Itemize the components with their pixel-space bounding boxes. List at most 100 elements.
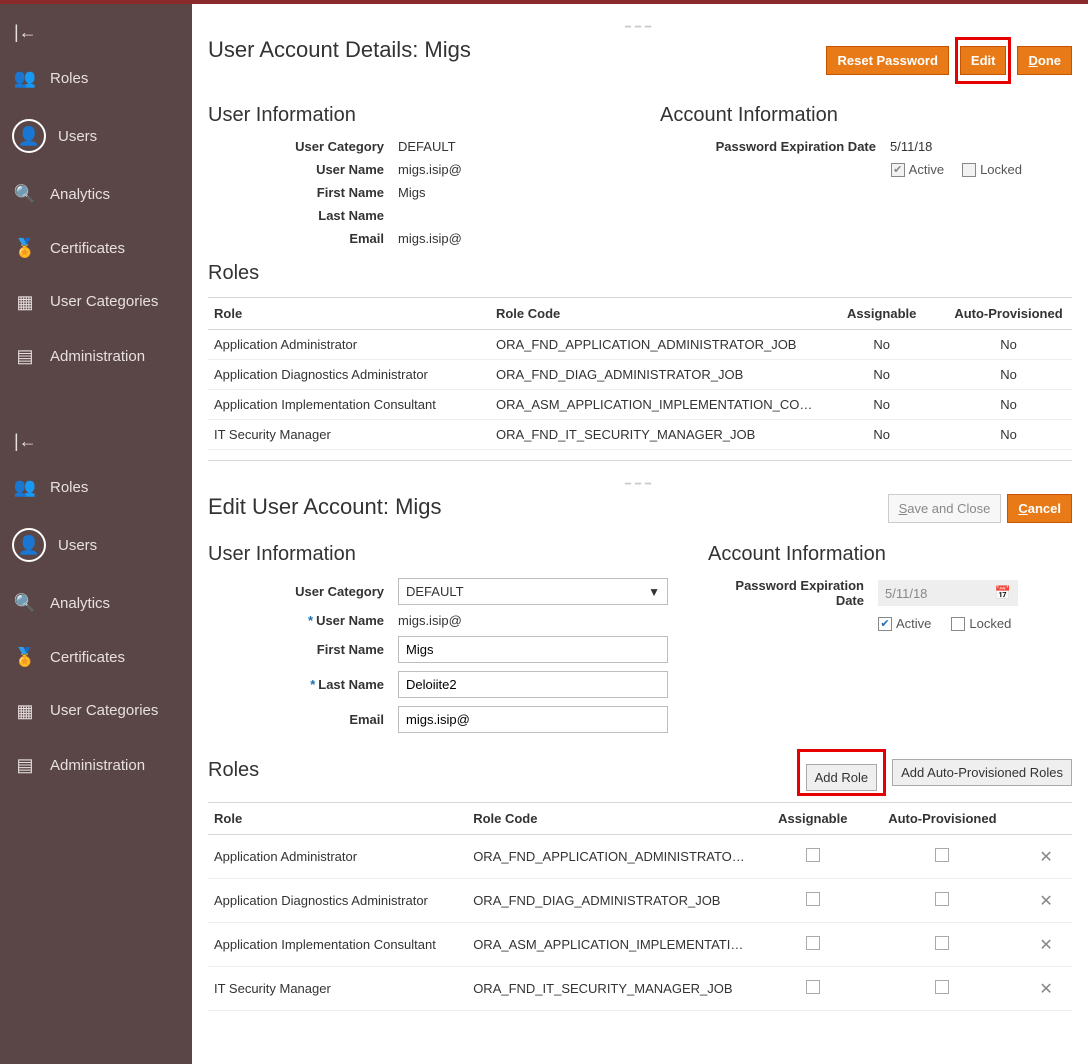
table-row[interactable]: IT Security ManagerORA_FND_IT_SECURITY_M… [208, 420, 1072, 450]
assignable-checkbox[interactable] [806, 848, 820, 862]
roles-heading-edit: Roles [208, 759, 259, 782]
assignable-checkbox[interactable] [806, 892, 820, 906]
sidebar-item-certificates[interactable]: 🏅 Certificates [0, 221, 192, 275]
done-button[interactable]: Done [1017, 46, 1072, 75]
user-info-heading: User Information [208, 104, 620, 127]
auto-checkbox[interactable] [935, 980, 949, 994]
sidebar-collapse-bottom[interactable]: |← [0, 423, 192, 460]
cell-role: Application Implementation Consultant [208, 923, 467, 967]
user-icon: 👤 [16, 532, 42, 558]
remove-role-icon[interactable]: ✕ [1039, 849, 1052, 866]
table-row[interactable]: Application Diagnostics AdministratorORA… [208, 879, 1072, 923]
cell-assignable: No [818, 360, 945, 390]
cell-auto: No [945, 390, 1072, 420]
sidebar-item-analytics[interactable]: 🔍 Analytics [0, 167, 192, 221]
certificate-icon: 🏅 [12, 235, 38, 261]
assignable-checkbox[interactable] [806, 936, 820, 950]
sidebar-collapse-top[interactable]: |← [0, 14, 192, 51]
value-pwd-exp: 5/11/18 [890, 139, 1072, 154]
col-code[interactable]: Role Code [467, 803, 761, 835]
highlight-edit: Edit [955, 37, 1012, 84]
col-role[interactable]: Role [208, 803, 467, 835]
col-assignable[interactable]: Assignable [761, 803, 865, 835]
table-row[interactable]: IT Security ManagerORA_FND_IT_SECURITY_M… [208, 967, 1072, 1011]
cell-code: ORA_ASM_APPLICATION_IMPLEMENTATI… [467, 923, 761, 967]
remove-role-icon[interactable]: ✕ [1039, 981, 1052, 998]
sidebar-item-user-categories[interactable]: ▦ User Categories [0, 275, 192, 329]
cancel-button[interactable]: Cancel [1007, 494, 1072, 523]
col-assignable[interactable]: Assignable [818, 298, 945, 330]
drag-handle-icon[interactable]: ━━━ [208, 475, 1072, 494]
edit-button[interactable]: Edit [960, 46, 1007, 75]
locked-checkbox[interactable] [951, 617, 965, 631]
chevron-down-icon: ▼ [648, 585, 660, 599]
save-close-button[interactable]: Save and Close [888, 494, 1002, 523]
auto-checkbox[interactable] [935, 892, 949, 906]
list-icon: ▤ [12, 752, 38, 778]
drag-handle-icon[interactable]: ━━━ [208, 18, 1072, 37]
label-pwd-exp-edit: Password Expiration Date [708, 578, 878, 608]
active-checkbox[interactable] [878, 617, 892, 631]
table-row[interactable]: Application Implementation ConsultantORA… [208, 390, 1072, 420]
sidebar-item-administration[interactable]: ▤ Administration [0, 329, 192, 383]
edit-title: Edit User Account: Migs [208, 494, 442, 520]
sidebar-item-label: Certificates [50, 649, 125, 666]
user-category-select[interactable]: DEFAULT▼ [398, 578, 668, 605]
list-icon: ▤ [12, 343, 38, 369]
first-name-input[interactable] [398, 636, 668, 663]
table-row[interactable]: Application Diagnostics AdministratorORA… [208, 360, 1072, 390]
sidebar-item-users-2[interactable]: 👤 Users [0, 514, 192, 576]
cell-auto: No [945, 330, 1072, 360]
remove-role-icon[interactable]: ✕ [1039, 937, 1052, 954]
sidebar-item-label: Certificates [50, 240, 125, 257]
sidebar-item-analytics-2[interactable]: 🔍 Analytics [0, 576, 192, 630]
cell-code: ORA_FND_DIAG_ADMINISTRATOR_JOB [490, 360, 818, 390]
auto-checkbox[interactable] [935, 936, 949, 950]
group-icon: 👥 [12, 474, 38, 500]
add-auto-roles-button[interactable]: Add Auto-Provisioned Roles [892, 759, 1072, 786]
cell-role: Application Diagnostics Administrator [208, 879, 467, 923]
email-input[interactable] [398, 706, 668, 733]
col-auto[interactable]: Auto-Provisioned [945, 298, 1072, 330]
sidebar-item-user-categories-2[interactable]: ▦ User Categories [0, 684, 192, 738]
auto-checkbox[interactable] [935, 848, 949, 862]
label-active-edit: Active [896, 616, 931, 631]
table-row[interactable]: Application AdministratorORA_FND_APPLICA… [208, 835, 1072, 879]
cell-auto: No [945, 420, 1072, 450]
table-row[interactable]: Application Implementation ConsultantORA… [208, 923, 1072, 967]
assignable-checkbox[interactable] [806, 980, 820, 994]
cell-code: ORA_FND_DIAG_ADMINISTRATOR_JOB [467, 879, 761, 923]
remove-role-icon[interactable]: ✕ [1039, 893, 1052, 910]
sidebar-item-roles-2[interactable]: 👥 Roles [0, 460, 192, 514]
edit-roles-table: Role Role Code Assignable Auto-Provision… [208, 802, 1072, 1011]
sidebar-item-users[interactable]: 👤 Users [0, 105, 192, 167]
label-user-name: *User Name [208, 613, 398, 628]
value-first-name: Migs [398, 185, 620, 200]
page-title: User Account Details: Migs [208, 37, 471, 63]
sidebar-item-label: Administration [50, 757, 145, 774]
cell-role: Application Diagnostics Administrator [208, 360, 490, 390]
cell-role: Application Implementation Consultant [208, 390, 490, 420]
reset-password-button[interactable]: Reset Password [826, 46, 948, 75]
pwd-exp-date-input[interactable]: 5/11/18📅 [878, 580, 1018, 606]
add-role-button[interactable]: Add Role [806, 764, 877, 791]
value-user-name-edit: migs.isip@ [398, 613, 668, 628]
sidebar-item-roles[interactable]: 👥 Roles [0, 51, 192, 105]
sidebar-item-administration-2[interactable]: ▤ Administration [0, 738, 192, 792]
label-active: Active [909, 162, 944, 177]
col-auto[interactable]: Auto-Provisioned [865, 803, 1021, 835]
col-role[interactable]: Role [208, 298, 490, 330]
account-info-heading: Account Information [660, 104, 1072, 127]
value-user-category: DEFAULT [398, 139, 620, 154]
table-row[interactable]: Application AdministratorORA_FND_APPLICA… [208, 330, 1072, 360]
col-code[interactable]: Role Code [490, 298, 818, 330]
sidebar-item-certificates-2[interactable]: 🏅 Certificates [0, 630, 192, 684]
label-first-name: First Name [208, 185, 398, 200]
label-email: Email [208, 231, 398, 246]
details-panel: ━━━ User Account Details: Migs Reset Pas… [192, 4, 1088, 461]
cell-role: IT Security Manager [208, 420, 490, 450]
last-name-input[interactable] [398, 671, 668, 698]
sidebar: |← 👥 Roles 👤 Users 🔍 Analytics 🏅 Certifi… [0, 4, 192, 1064]
label-locked: Locked [980, 162, 1022, 177]
label-user-category: User Category [208, 584, 398, 599]
